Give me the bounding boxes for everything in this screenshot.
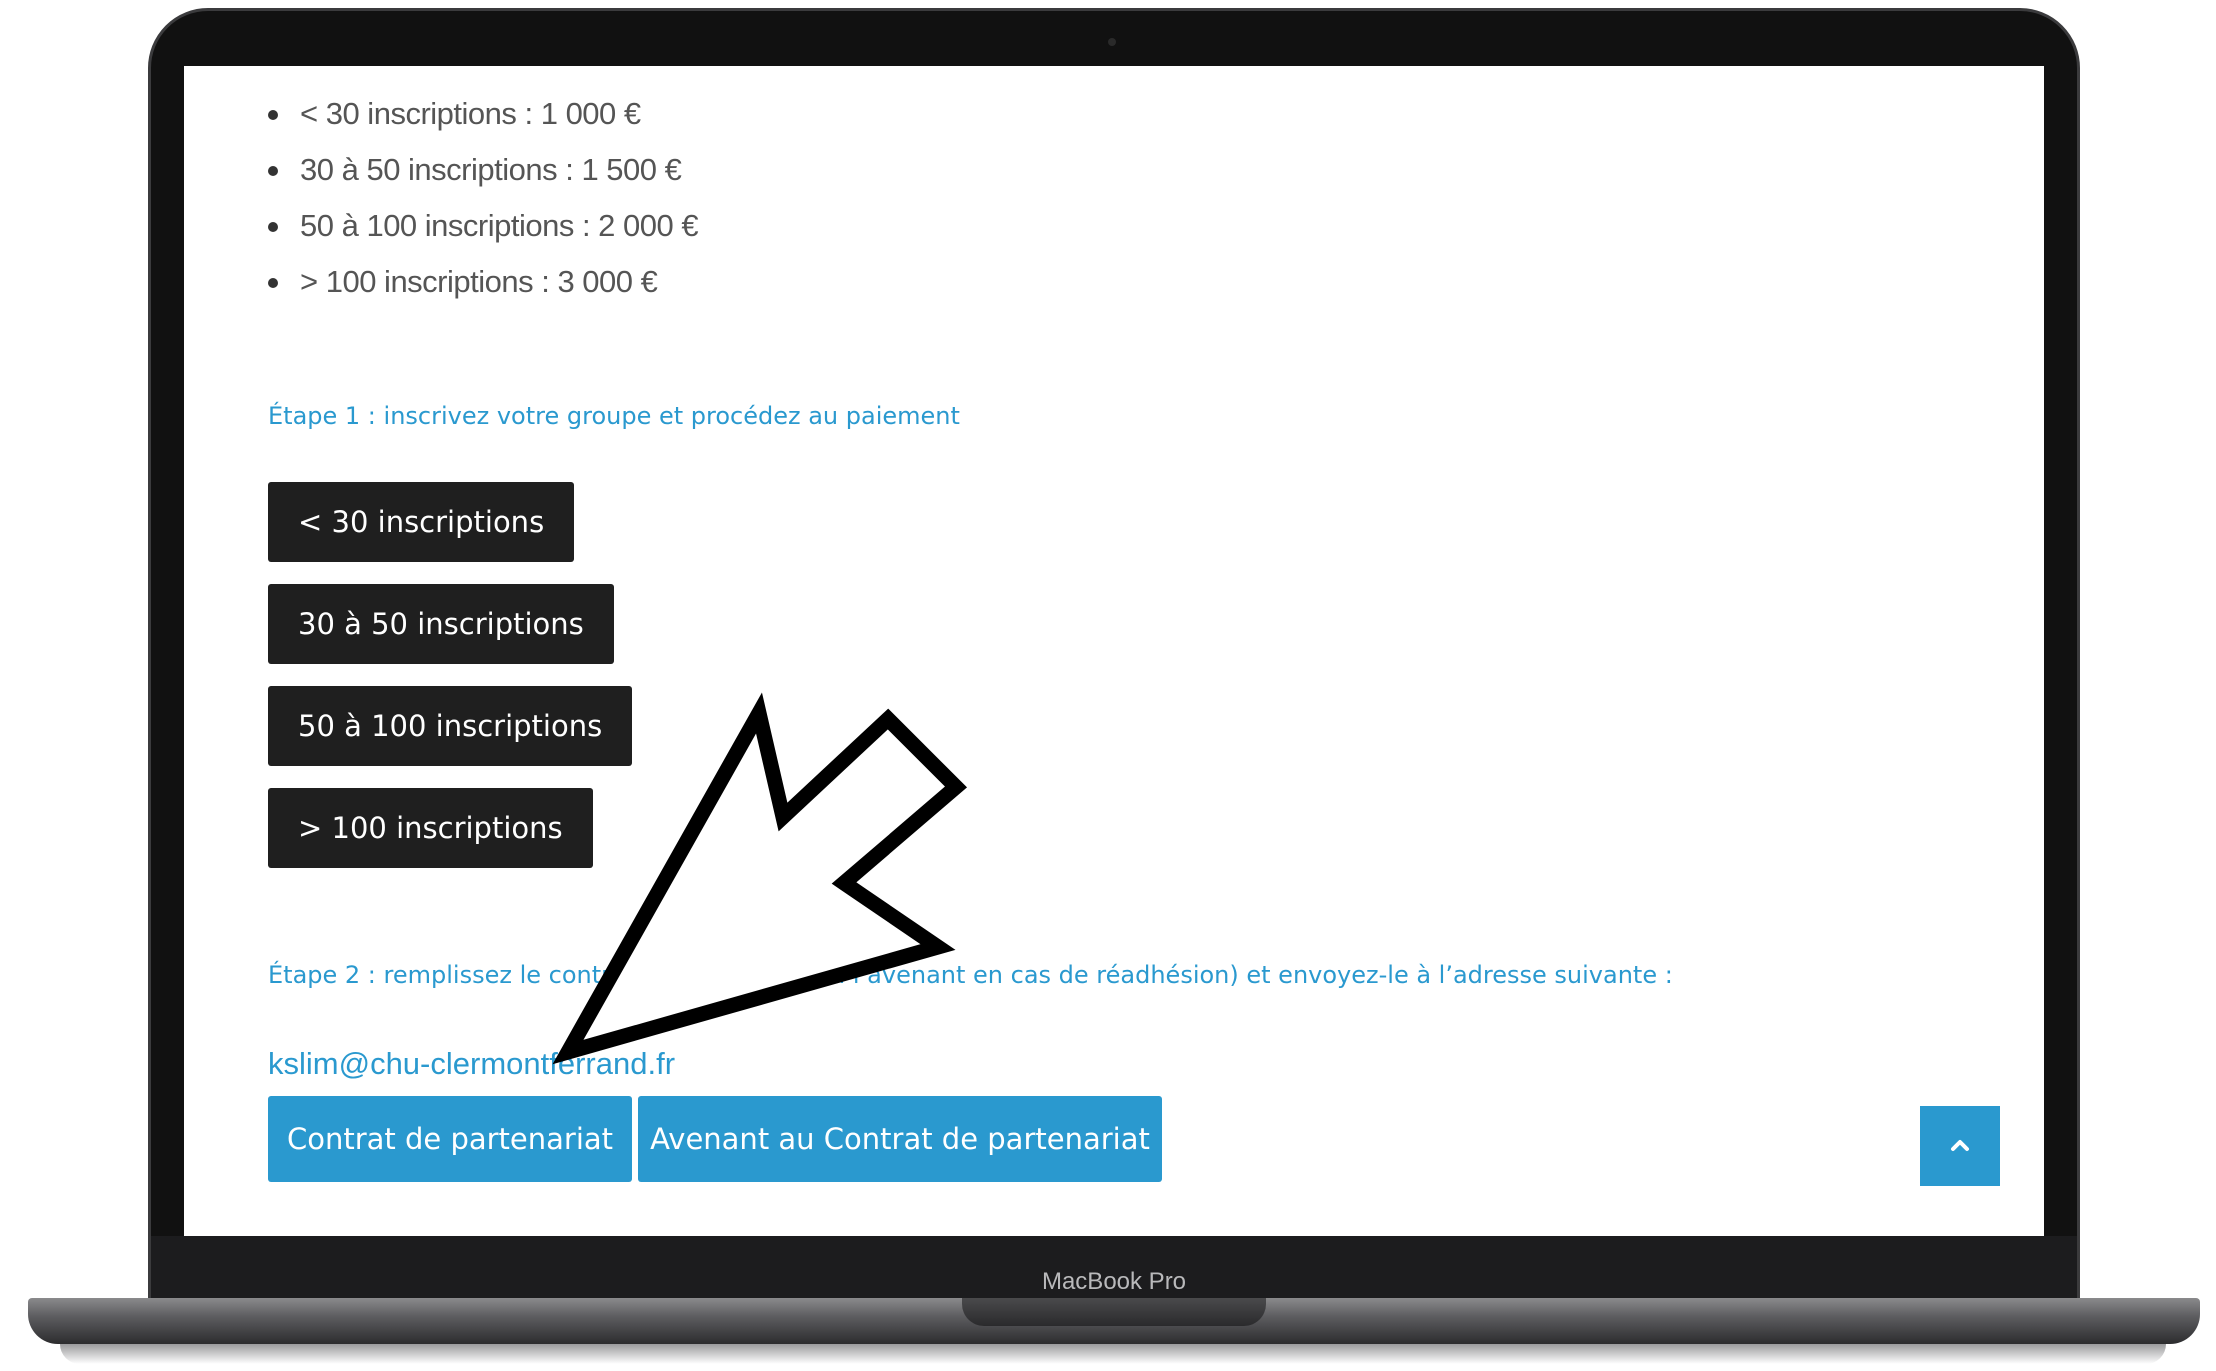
laptop-shadow — [60, 1344, 2166, 1364]
bullet-icon — [268, 110, 278, 120]
camera-icon — [1108, 38, 1116, 46]
pricing-item-text: < 30 inscriptions : 1 000 € — [300, 96, 641, 131]
register-under-30-button[interactable]: < 30 inscriptions — [268, 482, 575, 562]
step-1-heading: Étape 1 : inscrivez votre groupe et proc… — [268, 402, 960, 430]
bullet-icon — [268, 166, 278, 176]
scroll-to-top-button[interactable] — [1920, 1106, 2000, 1186]
pricing-item-text: > 100 inscriptions : 3 000 € — [300, 264, 658, 299]
step-2-heading-start: Étape 2 : remplissez le contr — [268, 961, 612, 989]
register-50-100-button[interactable]: 50 à 100 inscriptions — [268, 686, 633, 766]
step-2-heading-end: (ou l’avenant en cas de réadhésion) et e… — [806, 961, 1673, 989]
laptop-notch — [962, 1298, 1266, 1326]
pricing-list: < 30 inscriptions : 1 000 € 30 à 50 insc… — [268, 86, 699, 310]
amendment-button[interactable]: Avenant au Contrat de partenariat — [638, 1096, 1162, 1182]
laptop-mockup: < 30 inscriptions : 1 000 € 30 à 50 insc… — [0, 0, 2216, 1371]
list-item: 50 à 100 inscriptions : 2 000 € — [268, 198, 699, 254]
list-item: 30 à 50 inscriptions : 1 500 € — [268, 142, 698, 198]
register-over-100-button[interactable]: > 100 inscriptions — [268, 788, 593, 868]
list-item: < 30 inscriptions : 1 000 € — [268, 86, 698, 142]
contact-email-link[interactable]: kslim@chu-clermontferrand.fr — [268, 1046, 675, 1082]
model-label: MacBook Pro — [1041, 1268, 1187, 1295]
bullet-icon — [268, 278, 278, 288]
contract-button[interactable]: Contrat de partenariat — [268, 1096, 632, 1182]
chevron-up-icon — [1951, 1140, 1969, 1151]
browser-viewport: < 30 inscriptions : 1 000 € 30 à 50 insc… — [184, 66, 2044, 1236]
bullet-icon — [268, 222, 278, 232]
pricing-item-text: 50 à 100 inscriptions : 2 000 € — [300, 208, 699, 243]
pricing-item-text: 30 à 50 inscriptions : 1 500 € — [300, 152, 682, 187]
list-item: > 100 inscriptions : 3 000 € — [268, 254, 698, 310]
register-30-50-button[interactable]: 30 à 50 inscriptions — [268, 584, 614, 664]
